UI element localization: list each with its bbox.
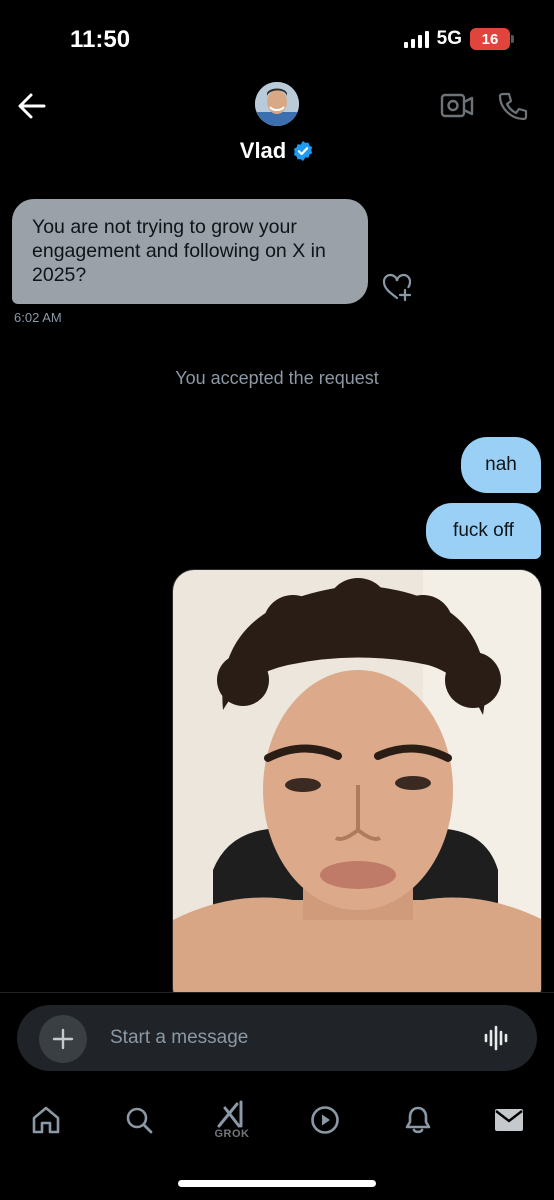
verified-badge-icon [294, 140, 313, 162]
search-icon [126, 1107, 153, 1134]
home-indicator[interactable] [178, 1180, 376, 1187]
back-arrow-icon[interactable] [14, 88, 50, 124]
avatar-image [255, 82, 299, 126]
nav-search[interactable] [109, 1090, 169, 1150]
messages-icon [495, 1109, 523, 1131]
bottom-navigation: GROK [0, 1090, 554, 1150]
outgoing-message[interactable]: nah [461, 437, 541, 493]
outgoing-message[interactable]: fuck off [426, 503, 541, 559]
status-time: 11:50 [70, 26, 131, 53]
battery-level: 16 [481, 30, 499, 48]
nav-grok[interactable]: GROK [202, 1090, 262, 1150]
heart-plus-icon[interactable] [381, 272, 413, 302]
phone-icon[interactable] [497, 90, 529, 122]
network-type: 5G [436, 28, 462, 49]
video-call-icon[interactable] [440, 92, 474, 120]
nav-notifications[interactable] [388, 1090, 448, 1150]
message-timestamp: 6:02 AM [14, 310, 62, 325]
grok-label: GROK [214, 1128, 250, 1140]
system-notice: You accepted the request [175, 368, 379, 388]
message-input[interactable]: Start a message [110, 1027, 248, 1049]
notifications-icon [405, 1106, 431, 1134]
voice-message-icon[interactable] [483, 1024, 511, 1052]
photo-attachment[interactable] [172, 569, 542, 1009]
add-icon [52, 1028, 74, 1050]
nav-home[interactable] [16, 1090, 76, 1150]
contact-name: Vlad [239, 138, 287, 163]
home-icon [32, 1106, 60, 1134]
add-attachment-button[interactable] [39, 1015, 87, 1063]
message-composer[interactable]: Start a message [17, 1005, 537, 1071]
grok-icon [217, 1100, 243, 1128]
signal-icon [403, 30, 429, 48]
battery-icon: 16 [470, 28, 514, 50]
photo-image [173, 570, 541, 1008]
status-indicators: 5G 16 [403, 28, 514, 50]
video-icon [311, 1106, 339, 1134]
nav-video[interactable] [295, 1090, 355, 1150]
avatar[interactable] [255, 82, 299, 126]
nav-messages[interactable] [479, 1090, 539, 1150]
contact-name-row[interactable]: Vlad [0, 138, 554, 164]
incoming-message[interactable]: You are not trying to grow your engageme… [12, 199, 368, 304]
